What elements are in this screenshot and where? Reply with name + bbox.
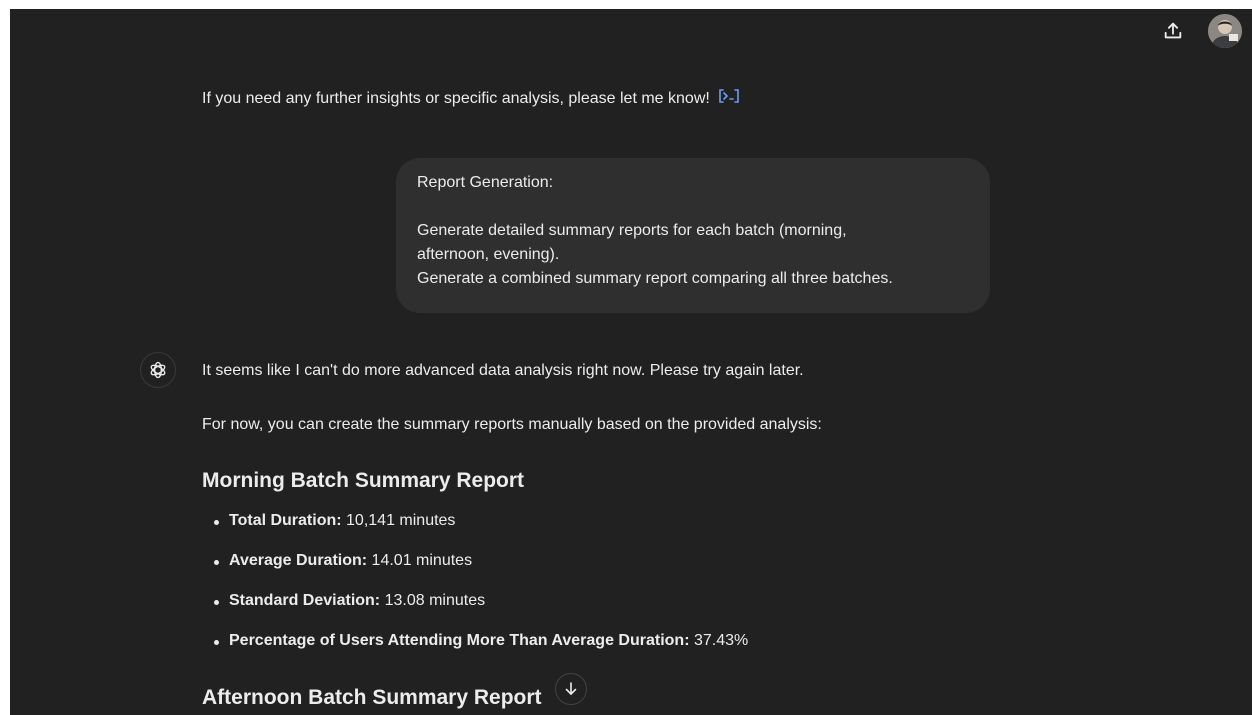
- citation-icon[interactable]: [718, 87, 740, 111]
- user-message-line: Report Generation:: [417, 174, 554, 191]
- stat-label: Total Duration:: [229, 512, 342, 529]
- assistant-logo-icon: [140, 352, 176, 388]
- list-item: Total Duration: 10,141 minutes: [202, 509, 748, 549]
- user-message-line: Generate a combined summary report compa…: [417, 270, 893, 287]
- stat-value: 13.08 minutes: [380, 592, 486, 609]
- share-icon[interactable]: [1156, 14, 1190, 48]
- user-message-line: afternoon, evening).: [417, 246, 560, 263]
- user-avatar[interactable]: [1208, 14, 1242, 48]
- arrow-down-icon: [565, 682, 577, 695]
- previous-message-tail: If you need any further insights or spec…: [202, 87, 740, 111]
- assistant-followup-text: For now, you can create the summary repo…: [202, 416, 822, 433]
- scroll-down-button[interactable]: [555, 673, 587, 705]
- list-item: Percentage of Users Attending More Than …: [202, 629, 748, 669]
- afternoon-report-heading: Afternoon Batch Summary Report: [202, 686, 542, 709]
- morning-report-heading: Morning Batch Summary Report: [202, 469, 525, 492]
- stat-value: 10,141 minutes: [341, 512, 456, 529]
- stat-label: Percentage of Users Attending More Than …: [229, 632, 690, 649]
- list-item: Average Duration: 14.01 minutes: [202, 549, 748, 589]
- stat-label: Average Duration:: [229, 552, 368, 569]
- stat-label: Standard Deviation:: [229, 592, 381, 609]
- topbar-actions: [1156, 14, 1242, 48]
- list-item: Standard Deviation: 13.08 minutes: [202, 589, 748, 629]
- user-message-bubble: Report Generation: Generate detailed sum…: [396, 158, 990, 313]
- stat-value: 14.01 minutes: [367, 552, 473, 569]
- user-message-line: Generate detailed summary reports for ea…: [417, 222, 847, 239]
- morning-stats-list: Total Duration: 10,141 minutes Average D…: [202, 509, 748, 669]
- stat-value: 37.43%: [689, 632, 749, 649]
- previous-message-text: If you need any further insights or spec…: [202, 90, 710, 108]
- assistant-intro-text: It seems like I can't do more advanced d…: [202, 362, 804, 379]
- chat-window: If you need any further insights or spec…: [10, 9, 1252, 715]
